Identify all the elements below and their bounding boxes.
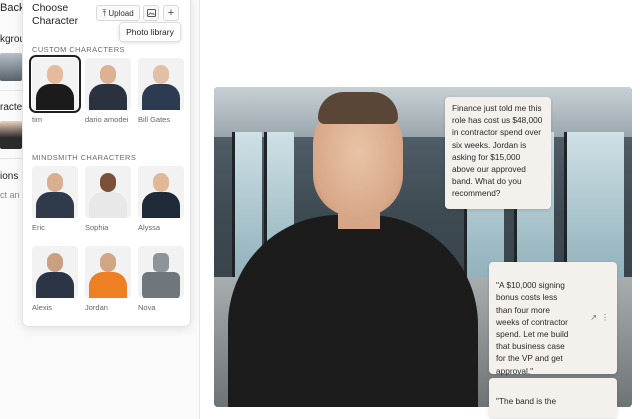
response-option-bubble-2[interactable]: "The band is the (489, 378, 617, 418)
office-window (564, 132, 624, 282)
upload-button[interactable]: ⤒ Upload (96, 5, 140, 21)
character-heading: racte (0, 102, 23, 113)
image-icon (146, 9, 156, 17)
character-card-tim[interactable]: tim (29, 55, 81, 124)
character-card-alexis[interactable]: Alexis (32, 246, 78, 312)
character-name: Alexis (32, 303, 53, 312)
mindsmith-characters-label: MINDSMITH CHARACTERS (32, 153, 137, 162)
character-chooser: Choose Character ⤒ Upload + CUSTOM CHARA… (22, 0, 191, 327)
section-divider (0, 90, 22, 91)
character-name: Nova (138, 303, 156, 312)
avatar (138, 166, 184, 218)
character-card-sophia[interactable]: Sophia (85, 166, 131, 232)
character-name: tim (32, 115, 42, 124)
plus-icon: + (167, 7, 175, 19)
options-heading: ions (0, 171, 19, 182)
avatar (32, 166, 78, 218)
response-option-bubble[interactable]: "A $10,000 signing bonus costs less than… (489, 262, 617, 376)
photo-library-tooltip: Photo library (119, 22, 181, 42)
background-thumb[interactable] (0, 53, 22, 81)
chooser-title: Choose Character (32, 2, 79, 27)
character-thumb[interactable] (0, 121, 22, 149)
response-text-2: "The band is the (496, 396, 557, 407)
response-text: "A $10,000 signing bonus costs less than… (496, 280, 569, 376)
avatar (138, 58, 184, 110)
character-name: Bill Gates (138, 115, 171, 124)
character-card-nova[interactable]: Nova (138, 246, 184, 312)
avatar (85, 246, 131, 298)
avatar (85, 58, 131, 110)
character-name: Jordan (85, 303, 108, 312)
photo-library-button[interactable] (143, 5, 159, 21)
avatar (138, 246, 184, 298)
section-divider (0, 158, 22, 159)
avatar (29, 55, 81, 113)
avatar (32, 246, 78, 298)
character-name: Alyssa (138, 223, 161, 232)
character-card-eric[interactable]: Eric (32, 166, 78, 232)
drag-handle-icon[interactable]: ⋮ (601, 312, 609, 324)
office-ceiling (214, 87, 632, 137)
user-message-bubble[interactable]: Finance just told me this role has cost … (445, 97, 551, 209)
character-body (228, 215, 478, 407)
character-card-jordan[interactable]: Jordan (85, 246, 131, 312)
custom-characters-label: CUSTOM CHARACTERS (32, 45, 125, 54)
character-card-alyssa[interactable]: Alyssa (138, 166, 184, 232)
avatar (85, 166, 131, 218)
upload-icon: ⤒ (102, 7, 107, 18)
back-link[interactable]: Back (0, 2, 24, 14)
upload-label: Upload (108, 8, 134, 18)
character-name: dario amodei (85, 115, 129, 124)
app-root: Back kgrou racte ions ct an o Choose Cha… (0, 0, 640, 419)
character-hair (318, 92, 398, 124)
add-character-button[interactable]: + (163, 5, 179, 21)
character-name: Eric (32, 223, 45, 232)
external-edit-icon[interactable]: ↗ (590, 312, 597, 324)
character-card-dario[interactable]: dario amodei (85, 58, 131, 124)
character-card-bill-gates[interactable]: Bill Gates (138, 58, 184, 124)
character-name: Sophia (85, 223, 109, 232)
